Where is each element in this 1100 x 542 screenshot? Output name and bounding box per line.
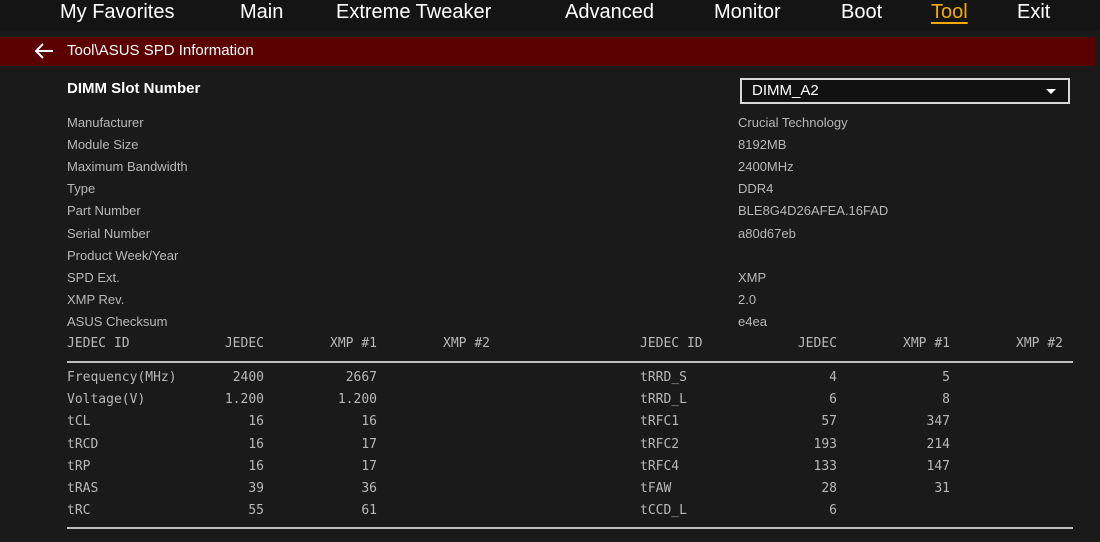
timing-name: tRP	[67, 458, 91, 474]
back-arrow-icon[interactable]	[34, 42, 54, 60]
timing-value: 6	[829, 392, 837, 408]
info-label: Maximum Bandwidth	[67, 159, 188, 175]
info-value: 2400MHz	[738, 159, 794, 175]
info-value: e4ea	[738, 313, 767, 329]
breadcrumb: Tool\ASUS SPD Information	[0, 37, 1095, 66]
column-header: XMP #2	[443, 336, 490, 351]
info-label: Serial Number	[67, 225, 151, 241]
timing-value: 147	[926, 458, 950, 474]
timing-value: 16	[248, 414, 264, 430]
info-row: Serial Number a80d67eb	[67, 226, 1067, 246]
timing-value: 16	[361, 414, 377, 430]
nav-tab-main[interactable]: Main	[240, 1, 283, 24]
timing-value: 5	[942, 370, 950, 385]
timing-name: tRFC1	[640, 414, 680, 430]
dimm-slot-value: DIMM_A2	[752, 82, 819, 99]
breadcrumb-path: Tool\ASUS SPD Information	[67, 42, 254, 59]
info-row: Type DDR4	[67, 181, 1067, 201]
timing-name: tRRD_L	[640, 392, 687, 408]
info-label: Type	[67, 181, 96, 197]
timing-name: tRCD	[67, 436, 99, 452]
info-row: Part Number BLE8G4D26AFEA.16FAD	[67, 203, 1067, 223]
timing-value: 1.200	[337, 392, 377, 408]
info-row: ASUS Checksum e4ea	[67, 314, 1067, 334]
info-label: SPD Ext.	[67, 269, 120, 285]
nav-tab-boot[interactable]: Boot	[841, 1, 882, 24]
column-header: JEDEC ID	[640, 336, 703, 351]
info-label: XMP Rev.	[67, 291, 125, 307]
timing-value: 4	[829, 370, 837, 385]
dimm-slot-label: DIMM Slot Number	[67, 80, 201, 97]
timing-name: tRFC2	[640, 436, 680, 452]
timing-name: tFAW	[640, 481, 672, 496]
column-header: XMP #2	[1016, 336, 1063, 351]
info-row: SPD Ext. XMP	[67, 270, 1067, 290]
timing-value: 57	[821, 414, 837, 430]
info-label: Module Size	[67, 137, 139, 153]
info-value: 8192MB	[738, 137, 787, 153]
timing-value: 36	[361, 481, 377, 496]
info-value: a80d67eb	[738, 225, 796, 241]
timing-name: tCCD_L	[640, 503, 687, 519]
timing-value: 16	[248, 436, 264, 452]
timing-value: 28	[821, 481, 837, 496]
column-header: JEDEC	[797, 336, 837, 351]
timing-name: tRAS	[67, 481, 99, 496]
timing-value: 17	[361, 436, 377, 452]
timing-value: 1.200	[224, 392, 264, 408]
timing-value: 214	[926, 436, 950, 452]
timing-value: 193	[813, 436, 837, 452]
dimm-slot-dropdown[interactable]: DIMM_A2	[740, 78, 1070, 104]
timing-name: tCL	[67, 414, 91, 430]
info-value: DDR4	[738, 181, 774, 197]
timing-value: 61	[361, 503, 377, 519]
timing-value: 31	[934, 481, 950, 496]
nav-tab-tool[interactable]: Tool	[931, 1, 968, 24]
timing-name: tRFC4	[640, 458, 680, 474]
chevron-down-icon	[1046, 89, 1056, 94]
top-navigation: My Favorites Main Extreme Tweaker Advanced M…	[0, 0, 1100, 30]
column-header: XMP #1	[330, 336, 377, 351]
timing-value: 2400	[232, 370, 264, 385]
info-label: Part Number	[67, 203, 141, 219]
info-value: Crucial Technology	[738, 115, 848, 130]
info-label: Product Week/Year	[67, 247, 179, 263]
timing-name: Voltage(V)	[67, 392, 146, 408]
timing-value: 39	[248, 481, 264, 496]
info-row: Manufacturer Crucial Technology	[67, 115, 1067, 135]
timing-value: 16	[248, 458, 264, 474]
column-header: JEDEC	[224, 336, 264, 351]
info-value: BLE8G4D26AFEA.16FAD	[738, 203, 889, 219]
info-row: Maximum Bandwidth 2400MHz	[67, 159, 1067, 179]
timing-value: 55	[248, 503, 264, 519]
info-value: 2.0	[738, 291, 757, 307]
divider	[67, 527, 1073, 529]
info-label: Manufacturer	[67, 115, 144, 130]
timing-value: 17	[361, 458, 377, 474]
timing-name: Frequency(MHz)	[67, 370, 177, 385]
info-row: Product Week/Year	[67, 248, 1067, 268]
nav-tab-my-favorites[interactable]: My Favorites	[60, 1, 174, 24]
nav-tab-exit[interactable]: Exit	[1017, 1, 1050, 24]
nav-tab-monitor[interactable]: Monitor	[714, 1, 781, 24]
info-row: XMP Rev. 2.0	[67, 292, 1067, 312]
info-value: XMP	[738, 269, 767, 285]
info-label: ASUS Checksum	[67, 313, 168, 329]
timing-value: 347	[926, 414, 950, 430]
timing-value: 6	[829, 503, 837, 519]
timing-value: 133	[813, 458, 837, 474]
column-header: JEDEC ID	[67, 336, 130, 351]
nav-tab-advanced[interactable]: Advanced	[565, 1, 654, 24]
nav-tab-extreme-tweaker[interactable]: Extreme Tweaker	[336, 1, 491, 24]
timing-value: 2667	[345, 370, 377, 385]
timing-name: tRRD_S	[640, 370, 687, 385]
timing-value: 8	[942, 392, 950, 408]
info-row: Module Size 8192MB	[67, 137, 1067, 157]
divider	[67, 361, 1073, 363]
timing-name: tRC	[67, 503, 91, 519]
column-header: XMP #1	[903, 336, 950, 351]
